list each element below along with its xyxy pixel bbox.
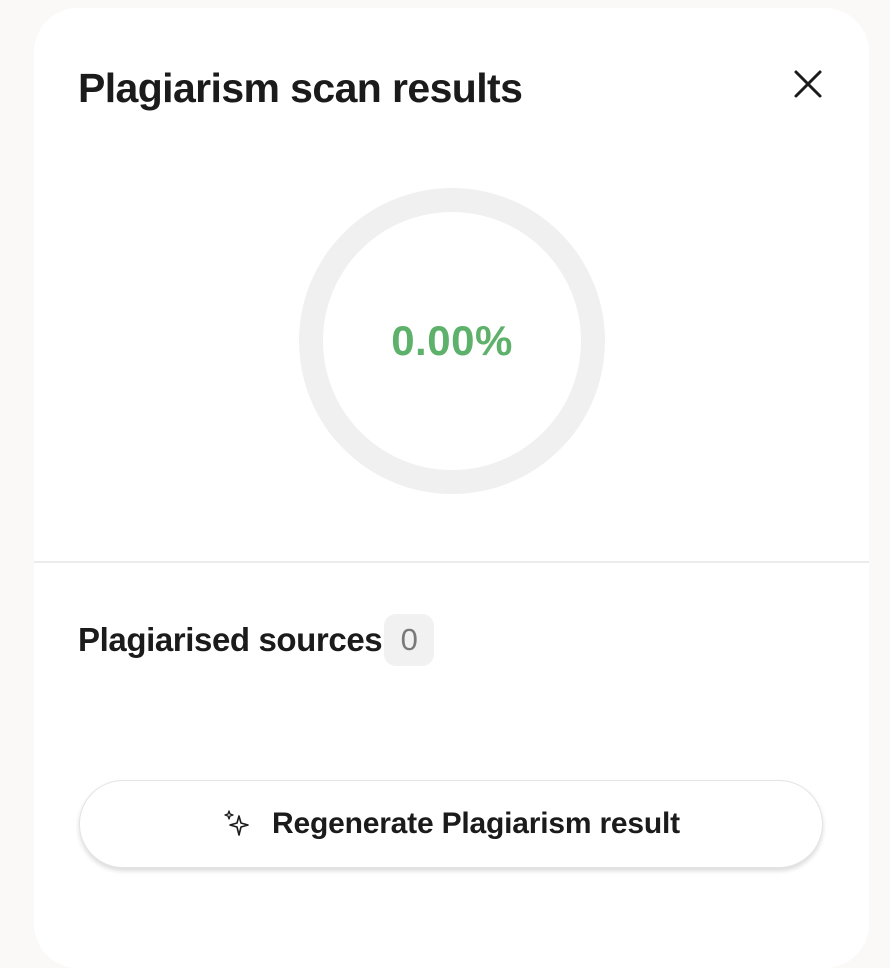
plagiarism-results-panel: Plagiarism scan results 0.00% Plagiarise… xyxy=(34,8,869,968)
sources-count-badge: 0 xyxy=(384,614,435,666)
score-ring: 0.00% xyxy=(299,188,605,494)
close-button[interactable] xyxy=(790,68,826,104)
plagiarised-sources-header: Plagiarised sources 0 xyxy=(78,614,435,666)
regenerate-button[interactable]: Regenerate Plagiarism result xyxy=(79,780,823,868)
sparkles-icon xyxy=(222,809,252,839)
close-icon xyxy=(793,69,823,104)
plagiarism-percentage: 0.00% xyxy=(391,317,513,364)
sources-label: Plagiarised sources xyxy=(78,621,383,658)
divider xyxy=(34,561,869,563)
dialog-title: Plagiarism scan results xyxy=(78,65,523,111)
regenerate-button-label: Regenerate Plagiarism result xyxy=(272,807,680,840)
